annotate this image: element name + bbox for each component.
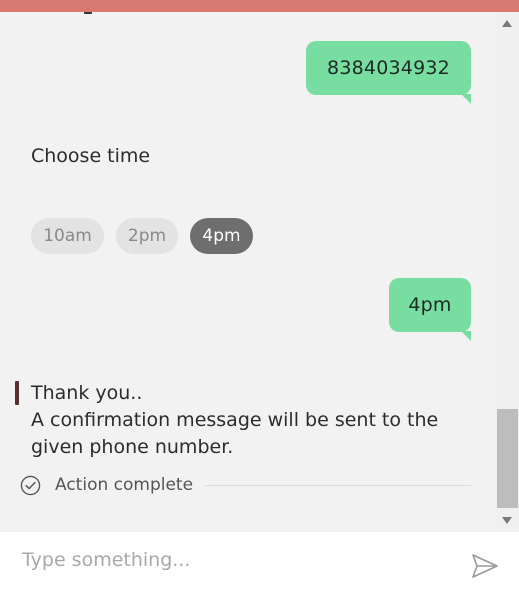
thanks-line: Thank you..: [31, 382, 143, 404]
scrollbar-thumb[interactable]: [497, 409, 518, 508]
thanks-line: given phone number.: [31, 436, 234, 458]
time-option-10am[interactable]: 10am: [31, 218, 104, 254]
time-option-4pm[interactable]: 4pm: [190, 218, 253, 254]
thanks-line: A confirmation message will be sent to t…: [31, 409, 439, 431]
action-complete-label: Action complete: [55, 475, 194, 495]
action-complete-row: Action complete: [20, 473, 471, 497]
divider: [205, 484, 471, 486]
message-input[interactable]: [22, 544, 452, 576]
bot-message-accent-bar: [15, 381, 19, 405]
bot-message-choose-time: Choose time: [31, 145, 151, 167]
send-icon[interactable]: [470, 552, 500, 580]
chevron-up-icon[interactable]: [502, 20, 512, 27]
user-message-text: 8384034932: [327, 57, 450, 79]
chevron-down-icon[interactable]: [502, 517, 512, 524]
clipped-previous-message: [84, 12, 92, 14]
check-circle-icon: [20, 475, 41, 495]
composer: [0, 532, 519, 589]
chat-transcript[interactable]: 8384034932 Choose time 10am 2pm 4pm 4pm …: [0, 12, 496, 532]
user-message-time: 4pm: [389, 278, 471, 341]
header-bar: [0, 0, 519, 12]
bot-message-thanks: Thank you.. A confirmation message will …: [31, 380, 461, 461]
time-option-2pm[interactable]: 2pm: [116, 218, 178, 254]
user-message-text: 4pm: [408, 294, 452, 316]
user-message-phone: 8384034932: [306, 41, 471, 104]
